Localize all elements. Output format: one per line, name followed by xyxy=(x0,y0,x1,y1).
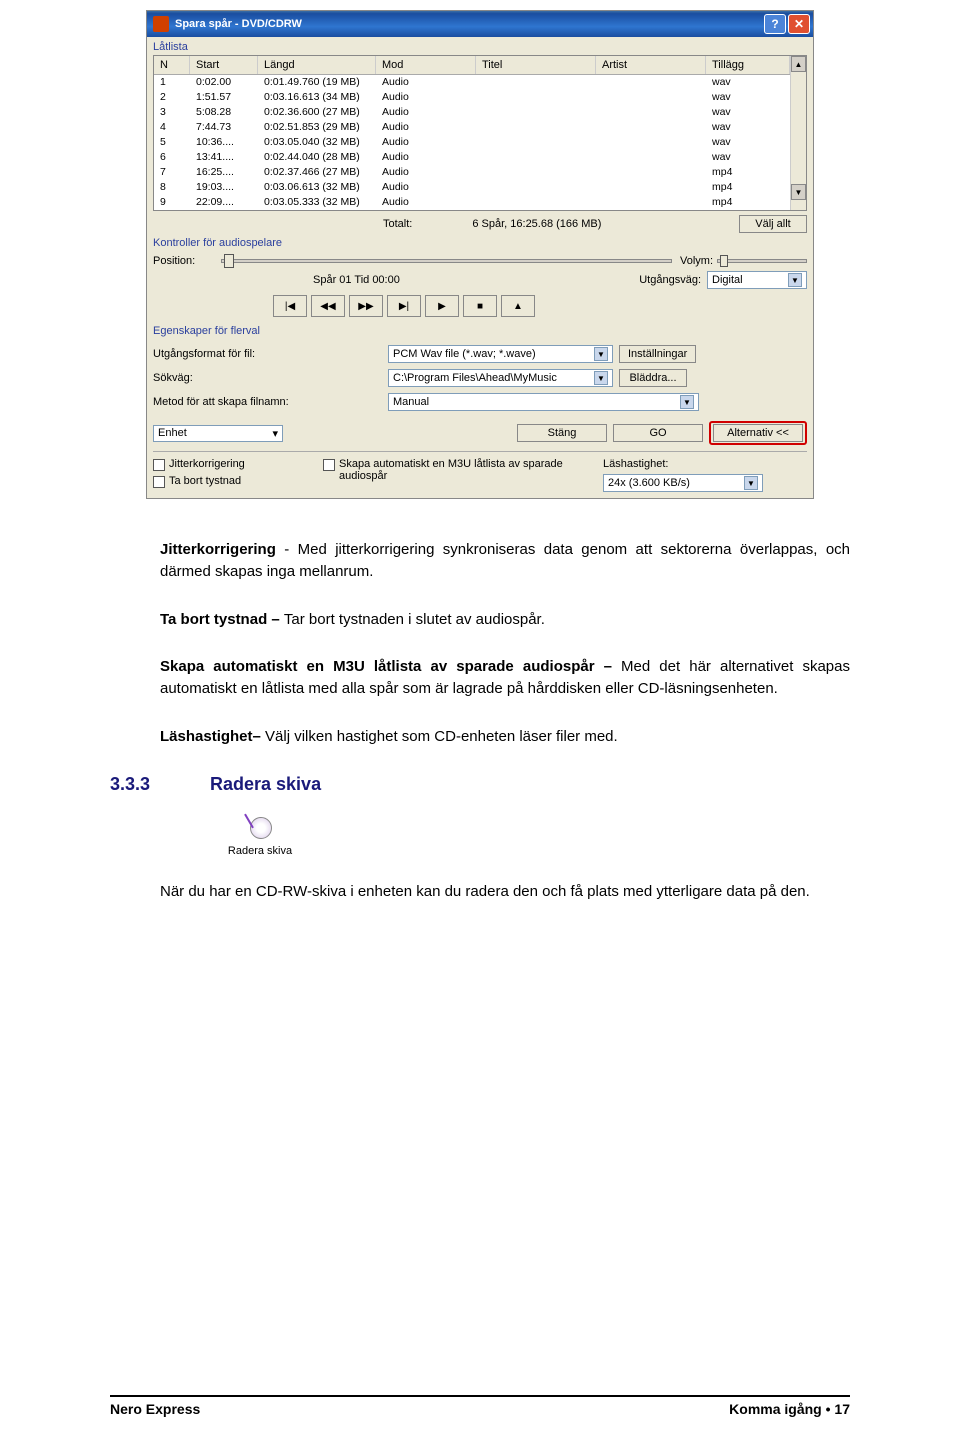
erase-disc-graphic: Radera skiva xyxy=(210,815,310,857)
output-format-value: PCM Wav file (*.wav; *.wave) xyxy=(393,348,536,360)
table-header[interactable]: N Start Längd Mod Titel Artist Tillägg xyxy=(154,56,790,75)
tracklist-panel-label: Låtlista xyxy=(147,37,813,55)
table-row[interactable]: 716:25....0:02.37.466 (27 MB)Audiomp4 xyxy=(154,165,790,180)
col-titel[interactable]: Titel xyxy=(476,56,596,74)
col-tillagg[interactable]: Tillägg xyxy=(706,56,790,74)
volume-label: Volym: xyxy=(680,255,713,267)
stop-button[interactable]: ■ xyxy=(463,295,497,317)
table-row[interactable]: 47:44.730:02.51.853 (29 MB)Audiowav xyxy=(154,120,790,135)
footer-left: Nero Express xyxy=(110,1401,200,1417)
track-time-label: Spår 01 Tid 00:00 xyxy=(313,274,400,286)
section-number: 3.3.3 xyxy=(110,774,210,795)
paragraph-erase: När du har en CD-RW-skiva i enheten kan … xyxy=(160,881,850,903)
app-icon xyxy=(153,16,169,32)
close-dialog-button[interactable]: Stäng xyxy=(517,424,607,442)
scroll-up-icon[interactable]: ▲ xyxy=(791,56,806,72)
paragraph-m3u: Skapa automatiskt en M3U låtlista av spa… xyxy=(160,656,850,700)
output-label: Utgångsväg: xyxy=(639,274,701,286)
options-button[interactable]: Alternativ << xyxy=(713,424,803,442)
table-row[interactable]: 510:36....0:03.05.040 (32 MB)Audiowav xyxy=(154,135,790,150)
chevron-down-icon: ▼ xyxy=(594,347,608,361)
readspeed-value: 24x (3.600 KB/s) xyxy=(608,477,690,489)
play-button[interactable]: ▶ xyxy=(425,295,459,317)
m3u-checkbox[interactable]: Skapa automatiskt en M3U låtlista av spa… xyxy=(323,458,603,482)
position-label: Position: xyxy=(153,255,213,267)
settings-button[interactable]: Inställningar xyxy=(619,345,696,363)
player-panel-label: Kontroller för audiospelare xyxy=(147,233,813,251)
track-table: N Start Längd Mod Titel Artist Tillägg 1… xyxy=(153,55,807,211)
path-dropdown[interactable]: C:\Program Files\Ahead\MyMusic ▼ xyxy=(388,369,613,387)
scroll-down-icon[interactable]: ▼ xyxy=(791,184,806,200)
col-n[interactable]: N xyxy=(154,56,190,74)
rewind-button[interactable]: ◀◀ xyxy=(311,295,345,317)
section-title: Radera skiva xyxy=(210,774,321,795)
totals-label: Totalt: xyxy=(383,218,412,230)
go-button[interactable]: GO xyxy=(613,424,703,442)
totals-value: 6 Spår, 16:25.68 (166 MB) xyxy=(472,218,601,230)
titlebar[interactable]: Spara spår - DVD/CDRW ? ✕ xyxy=(147,11,813,37)
filename-method-value: Manual xyxy=(393,396,429,408)
col-artist[interactable]: Artist xyxy=(596,56,706,74)
path-value: C:\Program Files\Ahead\MyMusic xyxy=(393,372,557,384)
col-mod[interactable]: Mod xyxy=(376,56,476,74)
forward-button[interactable]: ▶▶ xyxy=(349,295,383,317)
device-value: Enhet xyxy=(158,427,187,439)
volume-slider[interactable] xyxy=(717,259,807,263)
output-format-label: Utgångsformat för fil: xyxy=(153,348,388,360)
table-row[interactable]: 613:41....0:02.44.040 (28 MB)Audiowav xyxy=(154,150,790,165)
table-row[interactable]: 819:03....0:03.06.613 (32 MB)Audiomp4 xyxy=(154,180,790,195)
table-row[interactable]: 922:09....0:03.05.333 (32 MB)Audiomp4 xyxy=(154,195,790,210)
output-dropdown[interactable]: Digital ▼ xyxy=(707,271,807,289)
device-dropdown[interactable]: Enhet ▾ xyxy=(153,425,283,442)
path-label: Sökväg: xyxy=(153,372,388,384)
chevron-down-icon: ▼ xyxy=(594,371,608,385)
readspeed-label: Läshastighet: xyxy=(603,458,668,470)
filename-method-dropdown[interactable]: Manual ▼ xyxy=(388,393,699,411)
position-slider[interactable] xyxy=(221,259,672,263)
jitter-checkbox[interactable]: Jitterkorrigering xyxy=(153,458,323,471)
col-start[interactable]: Start xyxy=(190,56,258,74)
window-title: Spara spår - DVD/CDRW xyxy=(175,18,302,30)
eject-button[interactable]: ▲ xyxy=(501,295,535,317)
scrollbar[interactable]: ▲ ▼ xyxy=(790,56,806,210)
chevron-down-icon: ▼ xyxy=(680,395,694,409)
table-row[interactable]: 10:02.000:01.49.760 (19 MB)Audiowav xyxy=(154,75,790,90)
chevron-down-icon: ▼ xyxy=(788,273,802,287)
table-row[interactable]: 21:51.570:03.16.613 (34 MB)Audiowav xyxy=(154,90,790,105)
footer-right: Komma igång • 17 xyxy=(729,1401,850,1417)
table-row[interactable]: 35:08.280:02.36.600 (27 MB)Audiowav xyxy=(154,105,790,120)
erase-disc-icon xyxy=(246,815,274,839)
erase-disc-label: Radera skiva xyxy=(228,845,292,857)
paragraph-jitter: Jitterkorrigering - Med jitterkorrigerin… xyxy=(160,539,850,583)
skip-forward-button[interactable]: ▶| xyxy=(387,295,421,317)
caret-down-icon: ▾ xyxy=(272,427,278,440)
remove-silence-checkbox[interactable]: Ta bort tystnad xyxy=(153,475,323,488)
props-panel-label: Egenskaper för flerval xyxy=(147,321,813,339)
page-footer: Nero Express Komma igång • 17 xyxy=(110,1395,850,1417)
skip-back-button[interactable]: |◀ xyxy=(273,295,307,317)
app-window: Spara spår - DVD/CDRW ? ✕ Låtlista N Sta… xyxy=(146,10,814,499)
help-button[interactable]: ? xyxy=(764,14,786,34)
paragraph-silence: Ta bort tystnad – Tar bort tystnaden i s… xyxy=(160,609,850,631)
browse-button[interactable]: Bläddra... xyxy=(619,369,687,387)
filename-method-label: Metod för att skapa filnamn: xyxy=(153,396,388,408)
output-value: Digital xyxy=(712,274,743,286)
chevron-down-icon: ▼ xyxy=(744,476,758,490)
select-all-button[interactable]: Välj allt xyxy=(739,215,807,233)
col-langd[interactable]: Längd xyxy=(258,56,376,74)
alternativ-highlight: Alternativ << xyxy=(709,421,807,445)
readspeed-dropdown[interactable]: 24x (3.600 KB/s) ▼ xyxy=(603,474,763,492)
close-button[interactable]: ✕ xyxy=(788,14,810,34)
paragraph-readspeed: Läshastighet– Välj vilken hastighet som … xyxy=(160,726,850,748)
output-format-dropdown[interactable]: PCM Wav file (*.wav; *.wave) ▼ xyxy=(388,345,613,363)
